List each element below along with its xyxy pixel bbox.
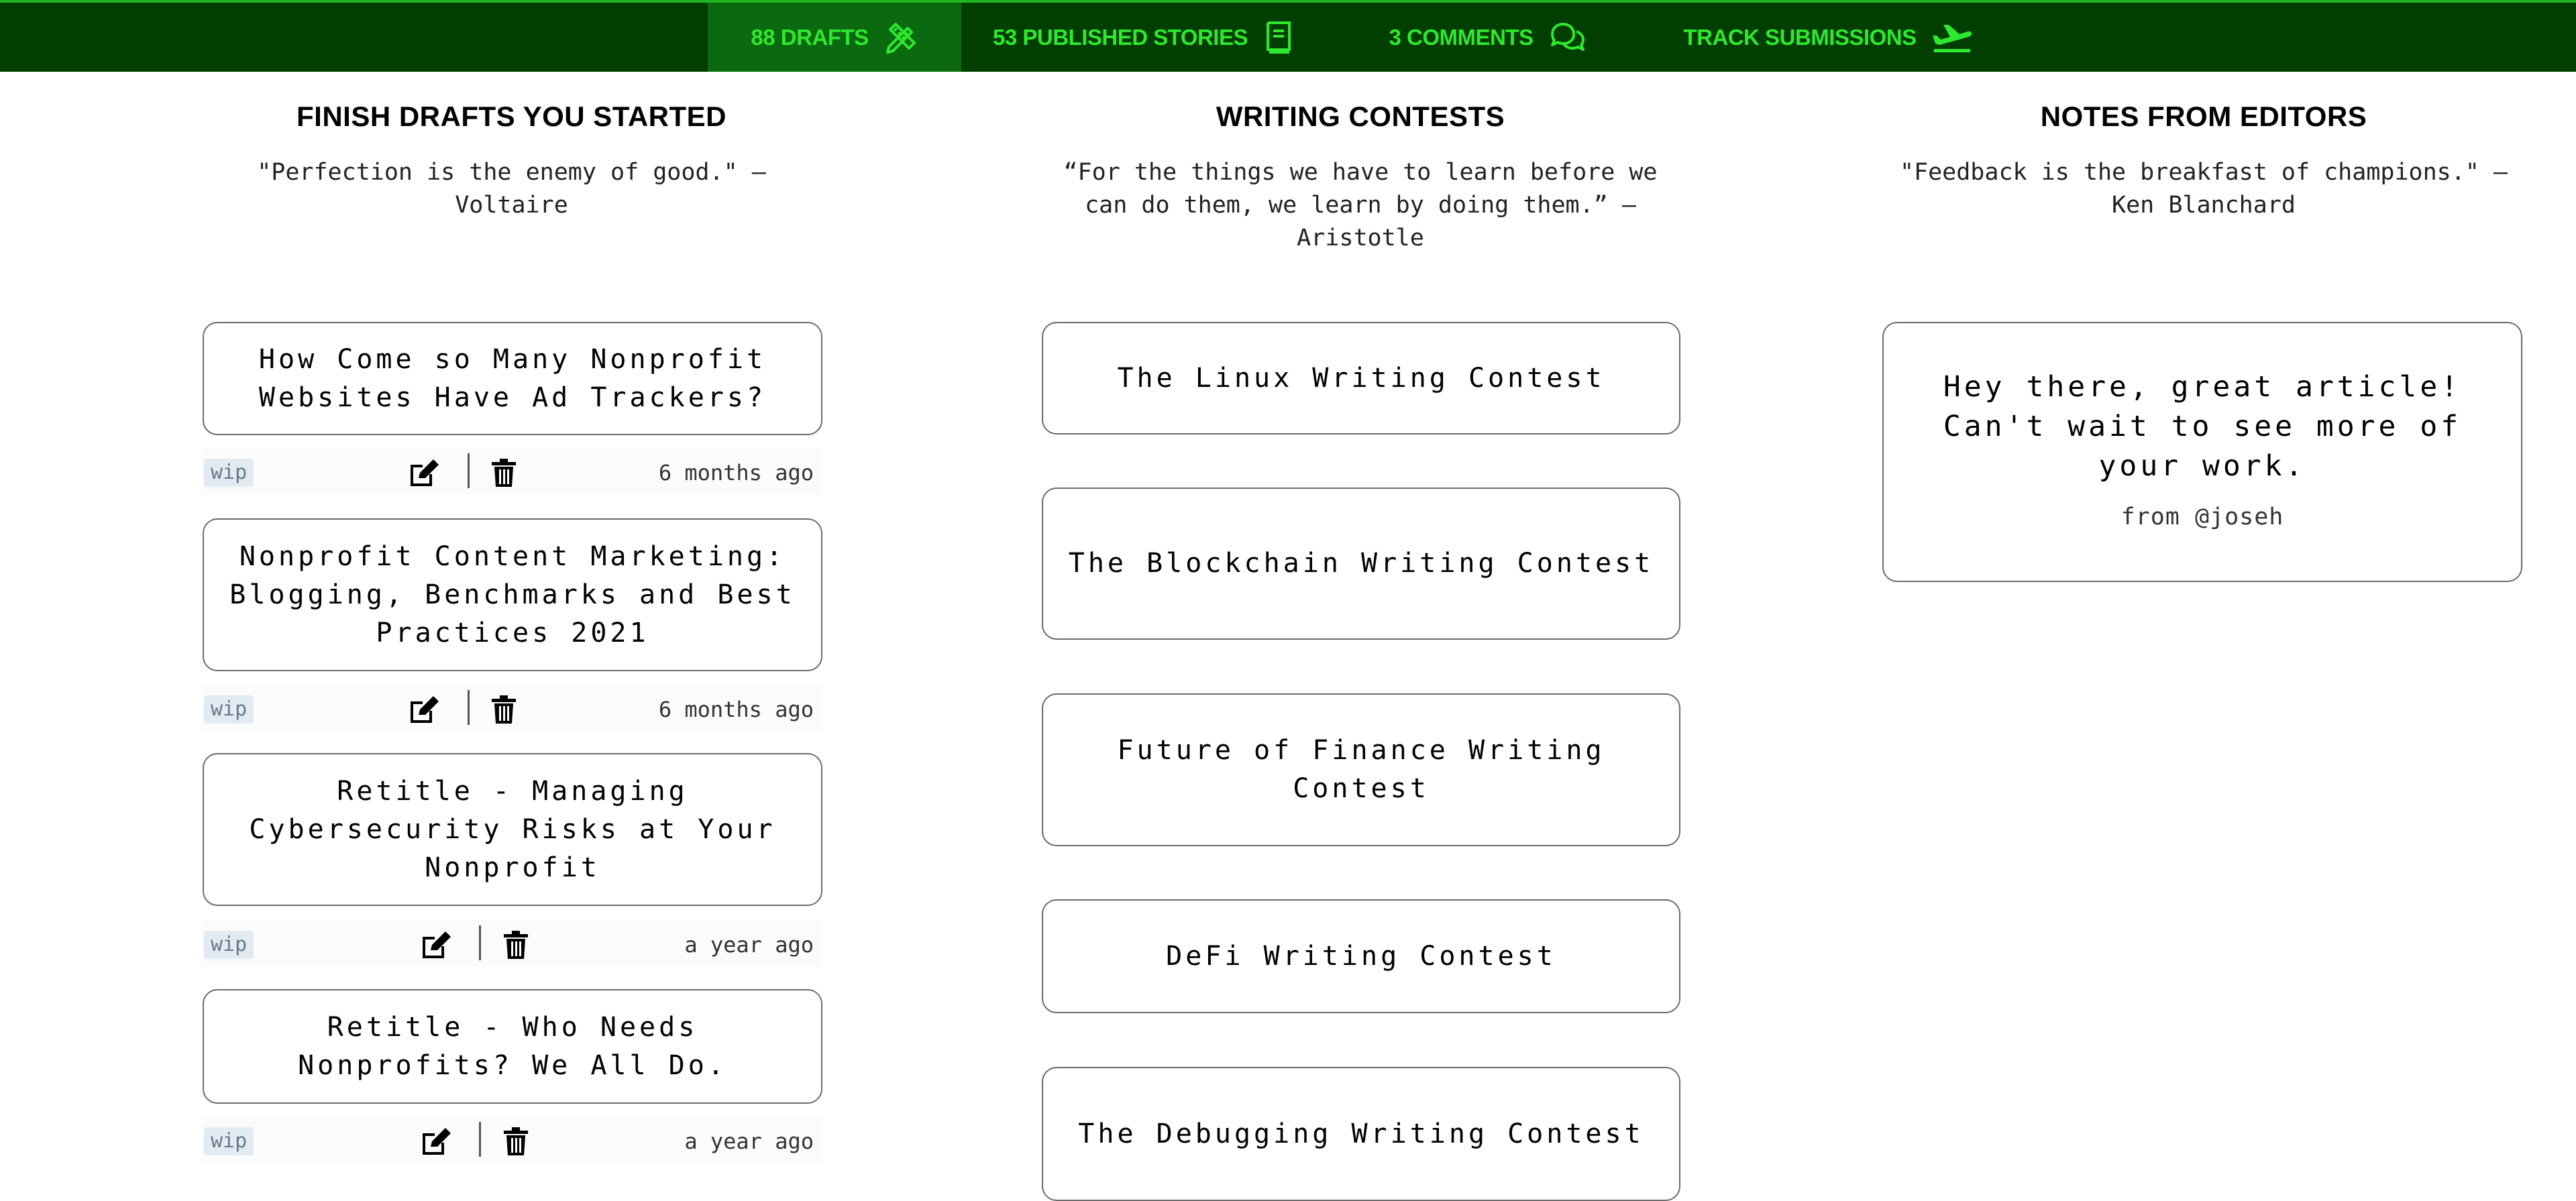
- contest-card[interactable]: Future of Finance Writing Contest: [1042, 693, 1680, 846]
- draft-status-tag: wip: [204, 931, 254, 959]
- draft-status-tag: wip: [204, 695, 254, 724]
- action-divider: [468, 453, 470, 488]
- nav-published-stories[interactable]: 53 PUBLISHED STORIES: [962, 3, 1324, 72]
- edit-icon[interactable]: [419, 929, 453, 960]
- draft-meta: wip a year ago: [201, 920, 822, 967]
- draft-time: a year ago: [684, 1129, 814, 1154]
- contests-heading: WRITING CONTESTS: [1216, 101, 1505, 132]
- draft-card[interactable]: How Come so Many Nonprofit Websites Have…: [203, 322, 822, 435]
- edit-icon[interactable]: [407, 694, 441, 725]
- contest-card[interactable]: The Blockchain Writing Contest: [1042, 488, 1680, 640]
- contest-card[interactable]: DeFi Writing Contest: [1042, 899, 1680, 1013]
- nav-comments[interactable]: 3 COMMENTS: [1360, 3, 1615, 72]
- nav-submissions-label: TRACK SUBMISSIONS: [1683, 24, 1917, 50]
- notes-heading: NOTES FROM EDITORS: [2040, 101, 2367, 132]
- nav-track-submissions[interactable]: TRACK SUBMISSIONS: [1657, 3, 1999, 72]
- draft-meta: wip a year ago: [201, 1117, 822, 1163]
- editor-note-text: Hey there, great article! Can't wait to …: [1943, 370, 2462, 483]
- drafts-quote: "Perfection is the enemy of good." — Vol…: [257, 159, 766, 219]
- contest-card[interactable]: The Linux Writing Contest: [1042, 322, 1680, 435]
- book-icon: [1263, 20, 1293, 55]
- trash-icon[interactable]: [486, 457, 521, 488]
- notes-quote: "Feedback is the breakfast of champions.…: [1899, 159, 2508, 219]
- edit-icon[interactable]: [407, 457, 441, 488]
- editor-note-author: from @joseh: [2121, 504, 2284, 530]
- draft-time: 6 months ago: [658, 697, 814, 722]
- top-nav: 88 DRAFTS 53 PUBLISHED STORIES 3 COMMENT…: [0, 0, 2576, 72]
- contests-quote: “For the things we have to learn before …: [1063, 159, 1658, 251]
- edit-icon[interactable]: [419, 1126, 453, 1157]
- action-divider: [468, 690, 470, 725]
- nav-stories-label: 53 PUBLISHED STORIES: [993, 24, 1248, 50]
- editor-note-card[interactable]: Hey there, great article! Can't wait to …: [1882, 322, 2522, 582]
- trash-icon[interactable]: [498, 929, 533, 960]
- trash-icon[interactable]: [498, 1126, 533, 1157]
- draft-card[interactable]: Nonprofit Content Marketing: Blogging, B…: [203, 518, 822, 671]
- draft-status-tag: wip: [204, 459, 254, 487]
- nav-drafts[interactable]: 88 DRAFTS: [708, 3, 961, 72]
- action-divider: [479, 925, 481, 960]
- draft-status-tag: wip: [204, 1127, 254, 1155]
- draft-time: a year ago: [684, 932, 814, 958]
- nav-drafts-label: 88 DRAFTS: [751, 24, 869, 50]
- nav-comments-label: 3 COMMENTS: [1389, 24, 1534, 50]
- draft-meta: wip 6 months ago: [201, 448, 822, 495]
- draft-card[interactable]: Retitle - Managing Cybersecurity Risks a…: [203, 753, 822, 906]
- action-divider: [479, 1122, 481, 1157]
- comments-icon: [1548, 21, 1587, 54]
- drafts-heading: FINISH DRAFTS YOU STARTED: [297, 101, 727, 132]
- contest-card[interactable]: The Debugging Writing Contest: [1042, 1067, 1680, 1201]
- draft-meta: wip 6 months ago: [201, 685, 822, 732]
- plane-departure-icon: [1931, 21, 1973, 54]
- draft-time: 6 months ago: [658, 460, 814, 485]
- pencil-ruler-icon: [883, 20, 918, 55]
- trash-icon[interactable]: [486, 694, 521, 725]
- draft-card[interactable]: Retitle - Who Needs Nonprofits? We All D…: [203, 989, 822, 1104]
